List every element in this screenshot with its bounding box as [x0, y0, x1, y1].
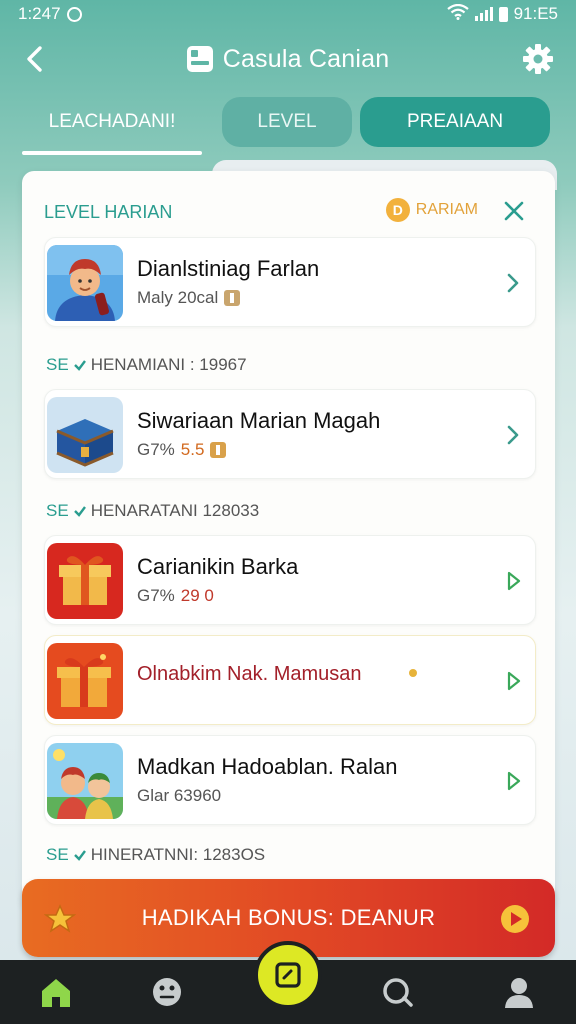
status-left: 1:247	[18, 4, 82, 24]
item-subtitle-text: Maly 20cal	[137, 288, 219, 307]
close-icon	[504, 201, 524, 221]
game-icon	[153, 978, 181, 1006]
item-subtitle: Maly 20cal	[137, 288, 241, 308]
play-chevron-icon	[507, 571, 521, 591]
list-item[interactable]: Madkan Hadoablan. Ralan Glar 63960	[44, 735, 536, 825]
nav-profile[interactable]	[499, 972, 539, 1012]
section-prefix: SE	[46, 501, 69, 520]
tab-premium[interactable]: PREAIAAN	[360, 97, 550, 147]
play-chevron-icon	[507, 671, 521, 691]
section-label: SE HENARATANI 128033	[46, 501, 259, 521]
scan-icon	[275, 962, 301, 988]
alarm-icon	[66, 6, 82, 22]
item-title: Olnabkim Nak. Mamusan	[137, 663, 362, 685]
tab-leaderboard[interactable]: LEACHADANI!	[22, 97, 202, 147]
status-right: 91:E5	[446, 3, 558, 25]
item-subtitle-text: Glar 63960	[137, 786, 222, 805]
item-subtitle: G7% 29 0	[137, 586, 214, 606]
tab-bar: LEACHADANI! LEVEL PREAIAAN	[22, 97, 552, 155]
item-title: Dianlstiniag Farlan	[137, 256, 320, 281]
item-subtitle: Glar 63960	[137, 786, 221, 806]
gift-box-thumbnail	[47, 643, 123, 719]
check-icon	[73, 850, 86, 861]
kids-thumbnail	[47, 743, 123, 819]
list-item[interactable]: Siwariaan Marian Magah G7% 5.5	[44, 389, 536, 479]
boy-avatar-thumbnail	[47, 245, 123, 321]
section-text: HINERATNNI: 1283OS	[90, 845, 266, 864]
list-item[interactable]: Dianlstiniag Farlan Maly 20cal	[44, 237, 536, 327]
section-text: HENAMIANI : 19967	[90, 355, 247, 374]
panel-header: LEVEL HARIAN D RARIAM	[44, 197, 534, 227]
bonus-label: HADIKAH BONUS: DEANUR	[141, 905, 436, 930]
nav-chat[interactable]	[377, 972, 417, 1012]
item-title: Madkan Hadoablan. Ralan	[137, 754, 398, 779]
coin-icon: D	[385, 198, 410, 222]
section-prefix: SE	[46, 355, 69, 374]
check-icon	[73, 506, 86, 517]
item-title: Carianikin Barka	[137, 554, 299, 579]
section-text: HENARATANI 128033	[90, 501, 260, 520]
item-title: Siwariaan Marian Magah	[137, 408, 381, 433]
settings-button[interactable]	[520, 41, 556, 77]
chevron-right-icon	[507, 273, 519, 293]
title-group: Casula Canian	[186, 44, 390, 74]
signal-icon	[474, 7, 493, 21]
star-icon	[44, 904, 76, 933]
section-label: SE HINERATNNI: 1283OS	[46, 845, 265, 865]
back-button[interactable]	[20, 42, 52, 76]
nav-games[interactable]	[147, 972, 187, 1012]
gift-thumbnail	[47, 543, 123, 619]
nav-scan-button[interactable]	[254, 941, 322, 1009]
app-header: Casula Canian	[0, 34, 576, 84]
list-item[interactable]: Carianikin Barka G7% 29 0	[44, 535, 536, 625]
panel-title: LEVEL HARIAN	[44, 201, 173, 222]
item-subtitle: G7% 5.5	[137, 440, 227, 460]
check-icon	[73, 360, 86, 371]
item-subtitle-text: G7%	[137, 440, 175, 459]
coin-label: RARIAM	[415, 201, 478, 218]
item-value: 29 0	[180, 586, 214, 605]
level-panel: LEVEL HARIAN D RARIAM Dianlstiniag Farla…	[22, 171, 555, 911]
page-title: Casula Canian	[222, 44, 390, 73]
status-bar: 1:247 91:E5	[0, 0, 576, 28]
gear-icon	[523, 44, 553, 74]
battery-icon	[498, 6, 508, 22]
tab-level[interactable]: LEVEL	[222, 97, 352, 147]
section-label: SE HENAMIANI : 19967	[46, 355, 247, 375]
coin-badge[interactable]: D RARIAM	[385, 198, 478, 222]
chat-icon	[383, 978, 413, 1007]
item-value: 5.5	[180, 440, 205, 459]
status-time: 1:247	[18, 4, 61, 23]
status-clock: 91:E5	[513, 4, 558, 23]
nav-home[interactable]	[36, 972, 76, 1012]
notification-dot	[409, 669, 417, 677]
active-tab-indicator	[22, 151, 202, 155]
chest-thumbnail	[47, 397, 123, 473]
wifi-icon	[446, 3, 469, 25]
tag-icon	[210, 442, 227, 458]
close-button[interactable]	[500, 197, 528, 225]
play-icon	[501, 905, 529, 933]
back-arrow-icon	[27, 46, 42, 72]
list-item[interactable]: Olnabkim Nak. Mamusan	[44, 635, 536, 725]
section-prefix: SE	[46, 845, 69, 864]
chevron-right-icon	[507, 425, 519, 445]
app-logo-icon	[186, 46, 213, 72]
tag-icon	[224, 290, 241, 306]
item-subtitle-text: G7%	[137, 586, 175, 605]
home-icon	[42, 979, 70, 1007]
profile-icon	[505, 978, 533, 1008]
play-chevron-icon	[507, 771, 521, 791]
